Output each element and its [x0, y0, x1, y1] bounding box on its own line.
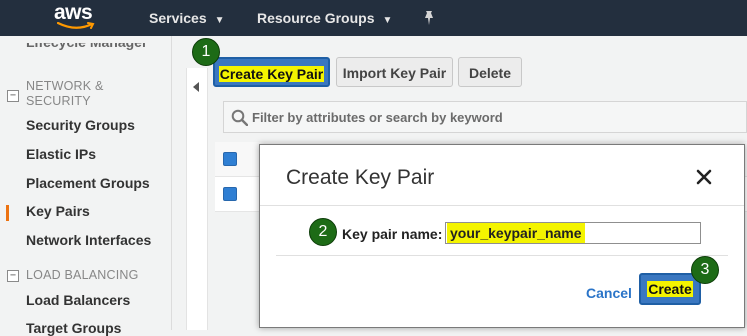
sidebar-item-elastic-ips[interactable]: Elastic IPs	[26, 146, 96, 162]
chevron-down-icon: ▼	[382, 15, 393, 26]
sidebar-item-placement-groups[interactable]: Placement Groups	[26, 175, 150, 191]
top-navigation-bar: aws Services ▼ Resource Groups ▼	[0, 0, 747, 36]
resource-groups-label: Resource Groups	[257, 10, 375, 26]
create-button[interactable]: Create	[639, 273, 701, 305]
collapse-toggle-icon[interactable]: −	[7, 90, 19, 102]
sidebar-collapse-tab[interactable]	[186, 68, 208, 330]
select-all-checkbox[interactable]	[223, 152, 237, 166]
aws-smile-icon	[57, 22, 95, 29]
services-label: Services	[149, 10, 207, 26]
sidebar-item-load-balancers[interactable]: Load Balancers	[26, 292, 130, 308]
close-icon[interactable]	[696, 169, 712, 185]
chevron-down-icon: ▼	[214, 15, 225, 26]
collapse-toggle-icon[interactable]: −	[7, 270, 19, 282]
sidebar-item-security-groups[interactable]: Security Groups	[26, 117, 135, 133]
filter-placeholder: Filter by attributes or search by keywor…	[252, 110, 503, 125]
sidebar-header-load-balancing: LOAD BALANCING	[26, 268, 139, 282]
dialog-divider	[276, 255, 728, 256]
sidebar-item-target-groups[interactable]: Target Groups	[26, 320, 121, 336]
search-icon	[231, 109, 248, 126]
resource-groups-menu[interactable]: Resource Groups ▼	[257, 0, 392, 36]
delete-button[interactable]: Delete	[458, 57, 522, 87]
chevron-left-icon	[193, 82, 199, 92]
sidebar-item-lifecycle-manager[interactable]: Lifecycle Manager	[26, 43, 147, 50]
dialog-header: Create Key Pair	[260, 145, 744, 206]
sidebar-item-key-pairs[interactable]: Key Pairs	[26, 203, 90, 219]
aws-logo[interactable]: aws	[54, 2, 98, 34]
sidebar-header-network-security: NETWORK & SECURITY	[26, 79, 104, 108]
row-checkbox[interactable]	[223, 187, 237, 201]
step-badge-1: 1	[192, 38, 220, 66]
sidebar: Lifecycle Manager − NETWORK & SECURITY S…	[0, 36, 172, 336]
create-key-pair-button[interactable]: Create Key Pair	[213, 57, 330, 87]
dialog-title: Create Key Pair	[286, 166, 435, 189]
services-menu[interactable]: Services ▼	[149, 0, 225, 36]
key-pair-name-input[interactable]: your_keypair_name	[445, 222, 701, 244]
sidebar-item-network-interfaces[interactable]: Network Interfaces	[26, 232, 151, 248]
cancel-button[interactable]: Cancel	[586, 285, 632, 301]
import-key-pair-button[interactable]: Import Key Pair	[336, 57, 453, 87]
step-badge-2: 2	[309, 218, 337, 246]
active-indicator	[6, 205, 9, 221]
pin-icon[interactable]	[422, 10, 436, 26]
key-pair-name-label: Key pair name:	[342, 226, 443, 242]
filter-bar[interactable]: Filter by attributes or search by keywor…	[223, 101, 747, 133]
key-pair-name-value: your_keypair_name	[447, 223, 585, 243]
step-badge-3: 3	[691, 256, 719, 284]
